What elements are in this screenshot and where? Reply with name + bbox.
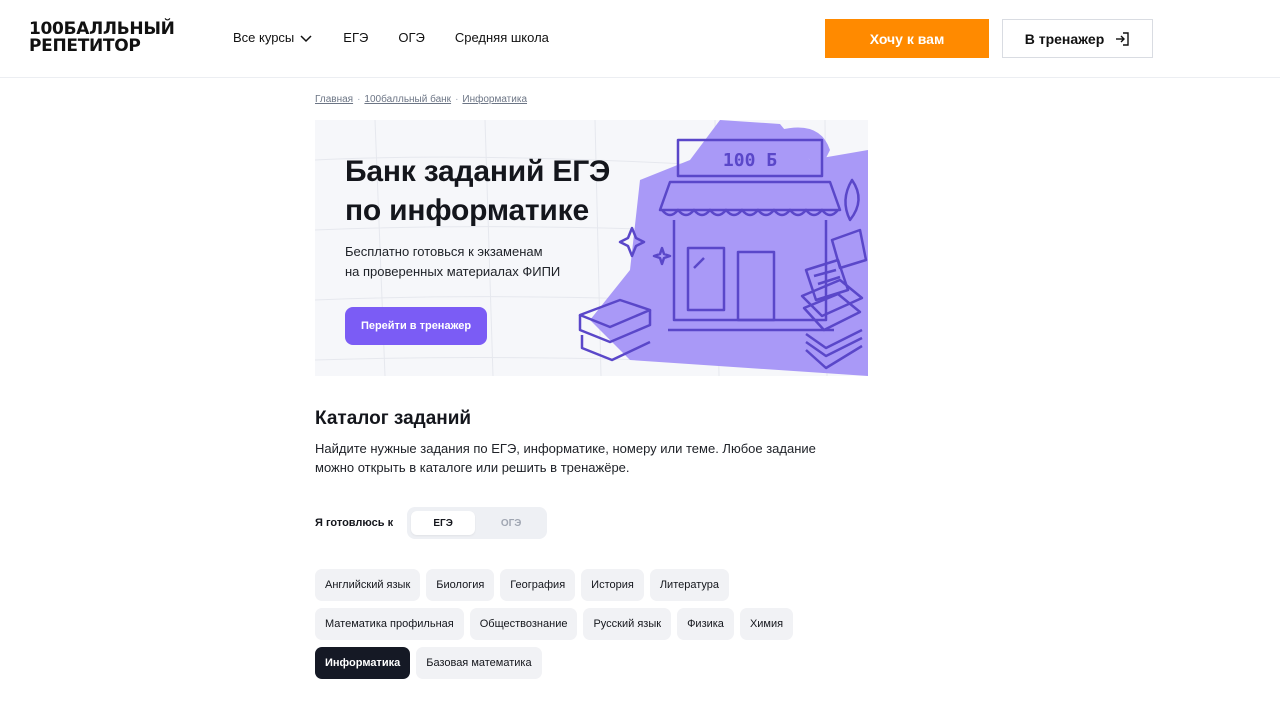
- exam-option-oge[interactable]: ОГЭ: [479, 511, 543, 535]
- nav-item-middle-school[interactable]: Средняя школа: [455, 30, 549, 45]
- subject-chip-physics[interactable]: Физика: [677, 608, 734, 640]
- catalog-title: Каталог заданий: [315, 408, 472, 429]
- hero-subtitle: Бесплатно готовься к экзаменам на провер…: [345, 242, 560, 282]
- nav-item-label: ОГЭ: [398, 30, 425, 45]
- breadcrumb-home[interactable]: Главная: [315, 94, 353, 105]
- breadcrumb-separator: ·: [455, 94, 459, 105]
- catalog-description: Найдите нужные задания по ЕГЭ, информати…: [315, 439, 875, 477]
- subject-chip-literature[interactable]: Литература: [649, 569, 729, 601]
- subject-chip-geography[interactable]: География: [500, 569, 576, 601]
- breadcrumb: Главная · 100балльный банк · Информатика: [315, 94, 527, 105]
- catalog-description-line-2: можно открыть в каталоге или решить в тр…: [315, 460, 630, 475]
- subject-chips: Английский язык Биология География Истор…: [315, 569, 875, 686]
- trainer-button[interactable]: В тренажер: [1002, 19, 1153, 58]
- shop-illustration: 100 Б: [578, 120, 868, 376]
- logo-line-2: РЕПЕТИТОР: [29, 36, 141, 56]
- exam-selector-label: Я готовлюсь к: [315, 517, 394, 529]
- subject-chip-english[interactable]: Английский язык: [315, 569, 421, 601]
- login-icon: [1116, 31, 1129, 46]
- catalog-description-line-1: Найдите нужные задания по ЕГЭ, информати…: [315, 441, 816, 456]
- nav-item-label: Средняя школа: [454, 30, 549, 45]
- site-logo[interactable]: 100БАЛЛЬНЫЙ РЕПЕТИТОР: [29, 21, 175, 56]
- subject-chip-chemistry[interactable]: Химия: [739, 608, 794, 640]
- breadcrumb-informatics[interactable]: Информатика: [462, 94, 527, 105]
- subject-row: Математика профильная Обществознание Рус…: [315, 608, 875, 640]
- subject-chip-math-profile[interactable]: Математика профильная: [315, 608, 464, 640]
- nav-item-all-courses[interactable]: Все курсы: [233, 30, 313, 45]
- go-to-trainer-button[interactable]: Перейти в тренажер: [345, 307, 487, 345]
- subject-chip-math-basic[interactable]: Базовая математика: [416, 647, 542, 679]
- breadcrumb-separator: ·: [357, 94, 361, 105]
- nav-item-label: Все курсы: [233, 30, 295, 45]
- nav-item-label: ЕГЭ: [343, 30, 369, 45]
- chevron-down-icon: [300, 34, 312, 42]
- subject-chip-russian[interactable]: Русский язык: [583, 608, 672, 640]
- join-button[interactable]: Хочу к вам: [825, 19, 989, 58]
- hero-subtitle-line-2: на проверенных материалах ФИПИ: [345, 264, 561, 279]
- exam-toggle: ЕГЭ ОГЭ: [407, 507, 548, 539]
- breadcrumb-bank[interactable]: 100балльный банк: [364, 94, 451, 105]
- exam-selector: Я готовлюсь к ЕГЭ ОГЭ: [315, 507, 548, 539]
- nav-item-ege[interactable]: ЕГЭ: [343, 30, 368, 45]
- site-header: 100БАЛЛЬНЫЙ РЕПЕТИТОР Все курсы ЕГЭ ОГЭ …: [0, 0, 1280, 78]
- subject-row: Английский язык Биология География Истор…: [315, 569, 875, 601]
- nav-item-oge[interactable]: ОГЭ: [398, 30, 425, 45]
- trainer-button-label: В тренажер: [1024, 30, 1105, 47]
- subject-chip-social-studies[interactable]: Обществознание: [469, 608, 578, 640]
- subject-chip-biology[interactable]: Биология: [426, 569, 495, 601]
- subject-row: Информатика Базовая математика: [315, 647, 875, 679]
- hero-banner: Банк заданий ЕГЭ по информатике Бесплатн…: [315, 120, 868, 376]
- shop-sign-text: 100 Б: [723, 150, 777, 171]
- main-nav: Все курсы ЕГЭ ОГЭ Средняя школа: [233, 30, 579, 45]
- exam-option-ege[interactable]: ЕГЭ: [411, 511, 476, 535]
- subject-chip-informatics[interactable]: Информатика: [315, 647, 411, 679]
- subject-chip-history[interactable]: История: [581, 569, 644, 601]
- hero-subtitle-line-1: Бесплатно готовься к экзаменам: [345, 244, 543, 259]
